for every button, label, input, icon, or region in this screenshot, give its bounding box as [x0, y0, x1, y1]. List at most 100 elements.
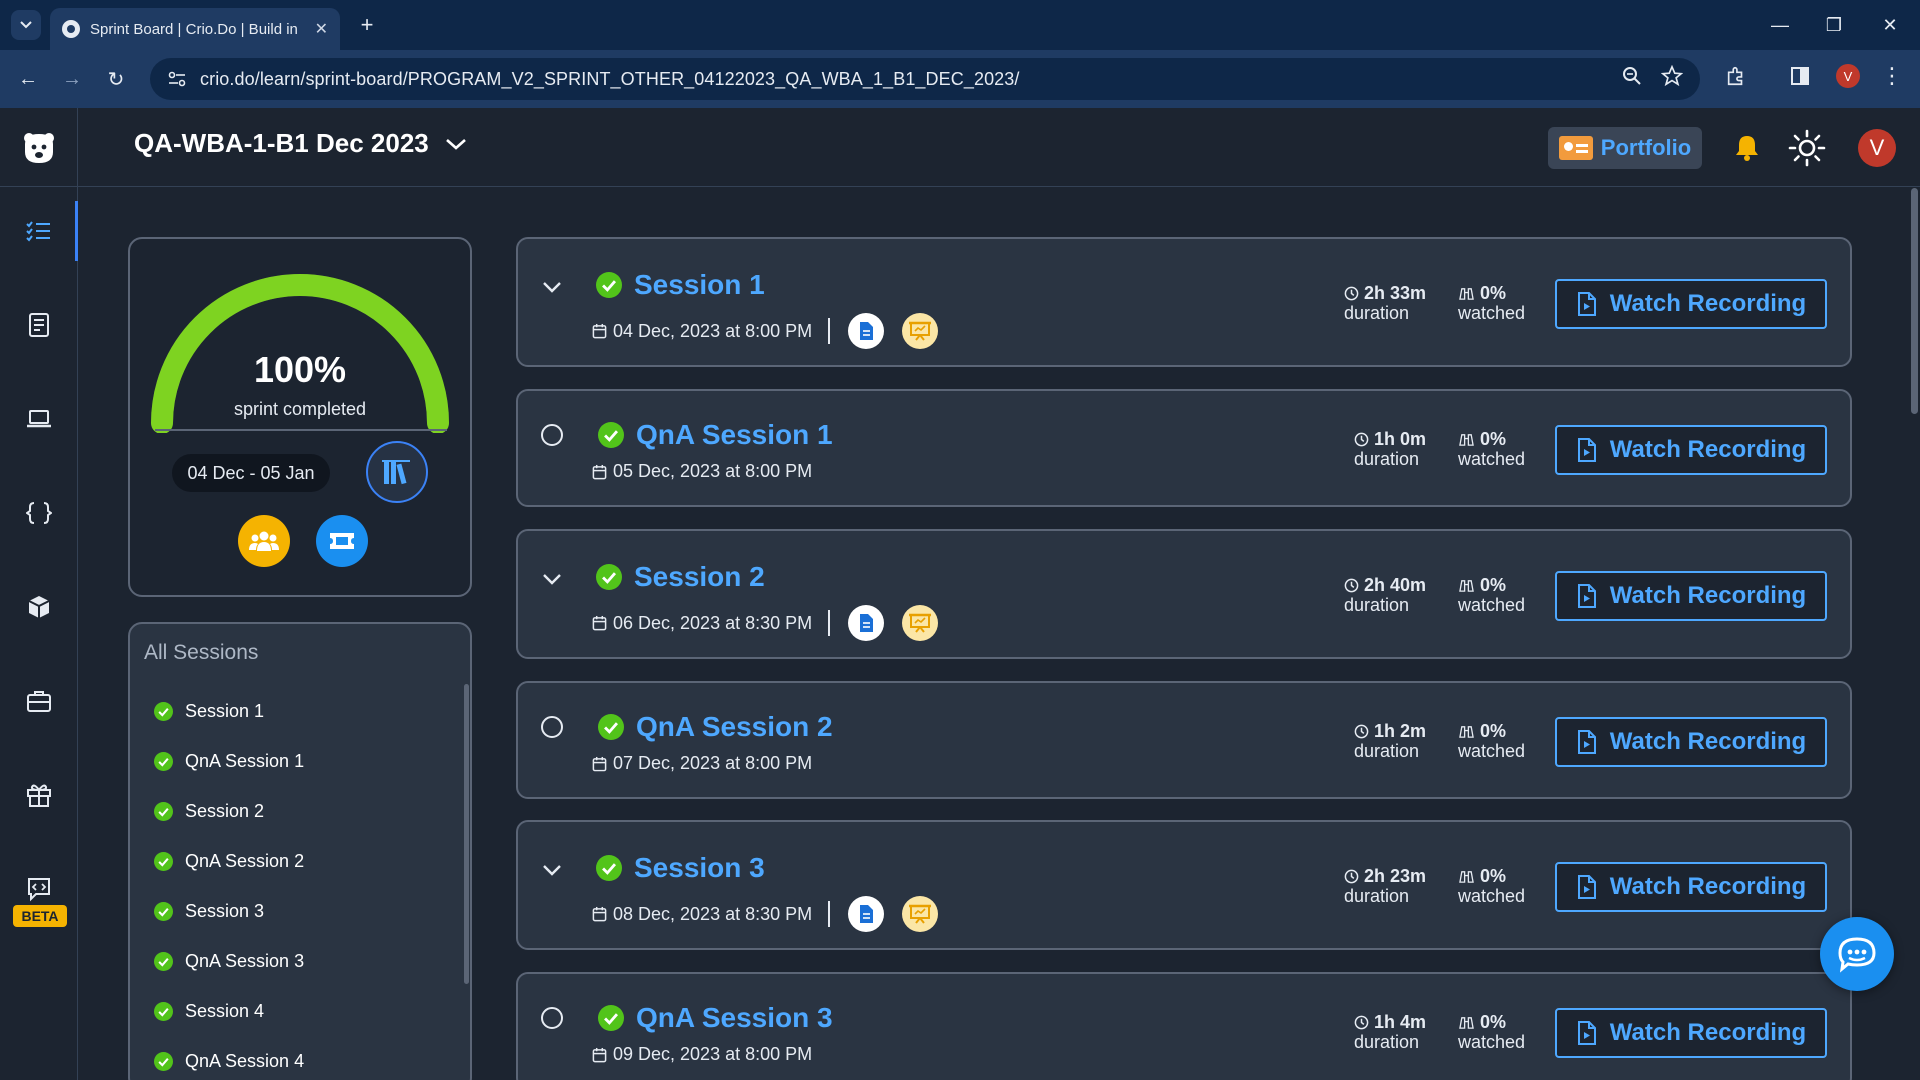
duration-value: 1h 0m — [1374, 429, 1427, 449]
session-list-item[interactable]: QnA Session 3 — [154, 936, 304, 986]
sprint-selector[interactable]: QA-WBA-1-B1 Dec 2023 — [134, 128, 467, 159]
community-button[interactable] — [238, 515, 290, 567]
gauge-divider — [155, 429, 447, 431]
watch-recording-button[interactable]: Watch Recording — [1555, 717, 1827, 767]
session-title-link[interactable]: Session 3 — [596, 852, 765, 884]
gift-icon[interactable] — [0, 765, 78, 825]
expand-chevron-icon[interactable] — [540, 275, 564, 299]
session-title-link[interactable]: Session 2 — [596, 561, 765, 593]
expand-chevron-icon[interactable] — [540, 567, 564, 591]
session-card: QnA Session 2 07 Dec, 2023 at 8:00 PM 1h 2… — [516, 681, 1852, 799]
watch-recording-label: Watch Recording — [1609, 290, 1807, 317]
crio-favicon-icon — [62, 20, 80, 38]
duration-stat: 1h 4m duration — [1354, 1012, 1426, 1051]
sprint-date-range: 04 Dec - 05 Jan — [172, 454, 330, 492]
session-list-item[interactable]: Session 2 — [154, 786, 304, 836]
recording-file-icon — [1577, 1021, 1596, 1045]
new-tab-button[interactable]: + — [352, 10, 382, 40]
page-scrollbar[interactable] — [1911, 188, 1918, 414]
tab-close-icon[interactable]: ✕ — [315, 19, 328, 39]
session-title-link[interactable]: QnA Session 3 — [598, 1002, 833, 1034]
session-list-scrollbar[interactable] — [464, 684, 469, 984]
list-check-icon[interactable] — [0, 201, 78, 261]
clock-icon — [1354, 1015, 1369, 1030]
ticket-button[interactable] — [316, 515, 368, 567]
code-braces-icon[interactable] — [0, 483, 78, 543]
expand-chevron-icon[interactable] — [540, 858, 564, 882]
watched-value: 0% — [1480, 721, 1507, 741]
duration-value: 2h 23m — [1364, 866, 1427, 886]
session-list-item[interactable]: Session 3 — [154, 886, 304, 936]
watched-stat: 0% watched — [1458, 721, 1525, 760]
cube-icon[interactable] — [0, 577, 78, 637]
watch-recording-button[interactable]: Watch Recording — [1555, 862, 1827, 912]
watched-stat: 0% watched — [1458, 283, 1525, 322]
site-info-icon[interactable] — [168, 71, 186, 87]
session-list-item-label: Session 1 — [185, 700, 265, 721]
beta-badge: BETA — [13, 905, 67, 927]
restore-button[interactable]: ❐ — [1806, 0, 1862, 50]
tab-search-button[interactable] — [11, 10, 41, 40]
watched-stat: 0% watched — [1458, 575, 1525, 614]
binoculars-icon — [1459, 434, 1474, 446]
watch-recording-button[interactable]: Watch Recording — [1555, 279, 1827, 329]
notes-document-icon[interactable] — [848, 313, 885, 349]
session-title-link[interactable]: QnA Session 2 — [598, 711, 833, 743]
session-list-item[interactable]: Session 4 — [154, 986, 304, 1036]
zoom-icon[interactable] — [1614, 58, 1650, 94]
forward-button[interactable]: → — [56, 63, 88, 95]
watch-recording-button[interactable]: Watch Recording — [1555, 1008, 1827, 1058]
watch-recording-button[interactable]: Watch Recording — [1555, 425, 1827, 475]
briefcase-icon[interactable] — [0, 671, 78, 731]
session-date-row: 07 Dec, 2023 at 8:00 PM — [592, 753, 812, 774]
session-title-link[interactable]: Session 1 — [596, 269, 765, 301]
session-title-link[interactable]: QnA Session 1 — [598, 419, 833, 451]
session-date-row: 04 Dec, 2023 at 8:00 PM — [592, 313, 950, 349]
user-avatar[interactable]: V — [1856, 127, 1898, 169]
omnibox[interactable]: crio.do/learn/sprint-board/PROGRAM_V2_SP… — [150, 58, 1700, 100]
session-list-item-label: Session 2 — [185, 800, 265, 821]
extensions-icon[interactable] — [1718, 58, 1754, 94]
watch-recording-button[interactable]: Watch Recording — [1555, 571, 1827, 621]
chevron-down-icon — [20, 21, 32, 29]
crio-logo[interactable] — [0, 108, 78, 187]
session-list-item[interactable]: QnA Session 1 — [154, 736, 304, 786]
watch-recording-label: Watch Recording — [1609, 1019, 1807, 1046]
watched-value: 0% — [1480, 283, 1507, 303]
recording-file-icon — [1577, 875, 1596, 899]
portfolio-button[interactable]: Portfolio — [1548, 127, 1702, 169]
clock-icon — [1344, 286, 1359, 301]
session-list-item[interactable]: QnA Session 2 — [154, 836, 304, 886]
presentation-slides-icon[interactable] — [902, 896, 939, 932]
presentation-slides-icon[interactable] — [902, 605, 939, 641]
presentation-slides-icon[interactable] — [902, 313, 939, 349]
notes-document-icon[interactable] — [848, 605, 885, 641]
bookmark-star-icon[interactable] — [1654, 58, 1690, 94]
session-date: 05 Dec, 2023 at 8:00 PM — [613, 461, 813, 481]
watched-value: 0% — [1480, 575, 1507, 595]
duration-value: 2h 33m — [1364, 283, 1427, 303]
notes-document-icon[interactable] — [848, 896, 885, 932]
close-window-button[interactable]: ✕ — [1862, 0, 1918, 50]
session-list-item[interactable]: Session 1 — [154, 686, 304, 736]
browser-menu-icon[interactable]: ⋮ — [1874, 58, 1910, 94]
side-panel-icon[interactable] — [1782, 58, 1818, 94]
session-card: Session 1 04 Dec, 2023 at 8:00 PM 2h 33m du… — [516, 237, 1852, 367]
notebook-icon[interactable] — [0, 295, 78, 355]
session-list-item[interactable]: QnA Session 4 — [154, 1036, 304, 1080]
completion-radio[interactable] — [540, 423, 564, 447]
reload-button[interactable]: ↻ — [100, 63, 132, 95]
browser-profile-avatar[interactable]: V — [1830, 58, 1866, 94]
laptop-icon[interactable] — [0, 389, 78, 449]
notifications-bell-icon[interactable] — [1726, 127, 1768, 169]
library-button[interactable] — [366, 441, 428, 503]
completion-radio[interactable] — [540, 1006, 564, 1030]
completion-radio[interactable] — [540, 715, 564, 739]
minimize-button[interactable]: — — [1752, 0, 1808, 50]
browser-tab[interactable]: Sprint Board | Crio.Do | Build in ✕ — [50, 8, 340, 50]
chat-support-button[interactable] — [1820, 917, 1894, 991]
calendar-icon — [592, 323, 607, 339]
back-button[interactable]: ← — [12, 63, 44, 95]
theme-toggle-sun-icon[interactable] — [1786, 127, 1828, 169]
app-header: QA-WBA-1-B1 Dec 2023 Portfolio V — [0, 108, 1920, 187]
